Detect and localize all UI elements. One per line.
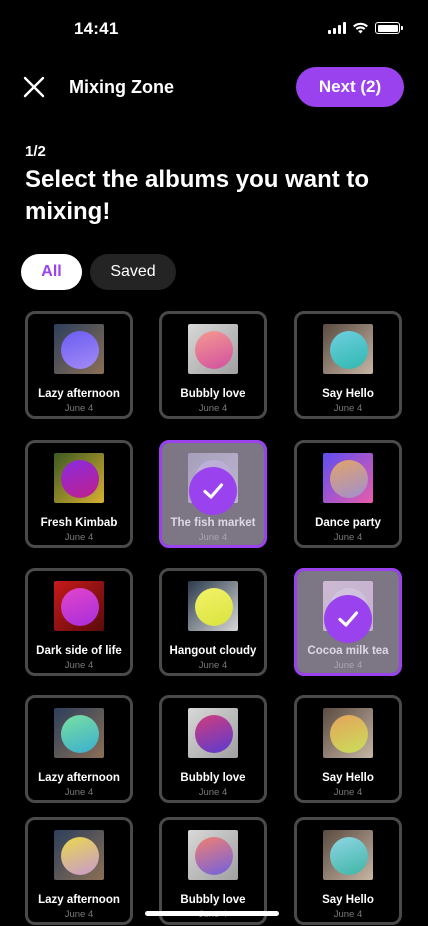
album-title: Bubbly love — [180, 894, 246, 906]
album-card[interactable]: Dance party June 4 — [294, 440, 402, 548]
album-card[interactable]: Fresh Kimbab June 4 — [25, 440, 133, 548]
gradient-orb — [61, 460, 99, 498]
album-card[interactable]: Dark side of life June 4 — [25, 568, 133, 676]
album-card[interactable]: Say Hello June 4 — [294, 817, 402, 925]
album-date: June 4 — [198, 787, 228, 798]
gradient-orb — [195, 588, 233, 626]
album-card[interactable]: Say Hello June 4 — [294, 311, 402, 419]
album-date: June 4 — [64, 787, 94, 798]
gradient-orb — [61, 715, 99, 753]
album-date: June 4 — [64, 909, 94, 920]
album-date: June 4 — [333, 532, 363, 543]
album-date: June 4 — [333, 909, 363, 920]
album-grid: Lazy afternoon June 4 Bubbly love June 4 Say… — [0, 0, 428, 926]
album-card[interactable]: Bubbly love June 4 — [159, 695, 267, 803]
gradient-orb — [195, 837, 233, 875]
gradient-orb — [61, 588, 99, 626]
album-cover-image — [323, 708, 373, 758]
album-cover-image — [54, 324, 104, 374]
gradient-orb — [61, 331, 99, 369]
album-date: June 4 — [64, 403, 94, 414]
gradient-orb — [195, 331, 233, 369]
album-date: June 4 — [64, 660, 94, 671]
album-date: June 4 — [198, 660, 228, 671]
album-title: Say Hello — [322, 894, 374, 906]
album-cover-image — [54, 581, 104, 631]
home-indicator — [145, 911, 279, 916]
album-card[interactable]: Lazy afternoon June 4 — [25, 311, 133, 419]
album-title: Dark side of life — [36, 645, 122, 657]
album-card[interactable]: Lazy afternoon June 4 — [25, 817, 133, 925]
album-cover-image — [188, 324, 238, 374]
album-cover-image — [188, 830, 238, 880]
album-cover-image — [188, 581, 238, 631]
album-date: June 4 — [333, 403, 363, 414]
album-cover-image — [323, 453, 373, 503]
album-title: Say Hello — [322, 388, 374, 400]
album-card[interactable]: The fish marketJune 4 — [159, 440, 267, 548]
album-title: Say Hello — [322, 772, 374, 784]
album-cover-image — [54, 453, 104, 503]
album-card[interactable]: Bubbly loveJune 4 — [159, 817, 267, 925]
checkmark-icon — [324, 595, 372, 643]
album-cover-image — [323, 324, 373, 374]
album-date: June 4 — [333, 787, 363, 798]
album-cover-image — [54, 830, 104, 880]
album-title: Fresh Kimbab — [40, 517, 118, 529]
album-card[interactable]: Bubbly love June 4 — [159, 311, 267, 419]
album-title: Bubbly love — [180, 388, 246, 400]
gradient-orb — [61, 837, 99, 875]
album-date: June 4 — [64, 532, 94, 543]
checkmark-icon — [189, 467, 237, 515]
gradient-orb — [330, 837, 368, 875]
gradient-orb — [330, 460, 368, 498]
album-title: Hangout cloudy — [169, 645, 257, 657]
gradient-orb — [330, 331, 368, 369]
album-title: Dance party — [315, 517, 381, 529]
album-title: Lazy afternoon — [38, 388, 120, 400]
gradient-orb — [195, 715, 233, 753]
album-cover-image — [54, 708, 104, 758]
album-title: Bubbly love — [180, 772, 246, 784]
album-title: Lazy afternoon — [38, 772, 120, 784]
album-card[interactable]: Hangout cloudy June 4 — [159, 568, 267, 676]
album-date: June 4 — [198, 403, 228, 414]
album-cover-image — [323, 830, 373, 880]
album-card[interactable]: Lazy afternoon June 4 — [25, 695, 133, 803]
gradient-orb — [330, 715, 368, 753]
album-title: Lazy afternoon — [38, 894, 120, 906]
album-card[interactable]: Cocoa milk teaJune 4 — [294, 568, 402, 676]
album-card[interactable]: Say Hello June 4 — [294, 695, 402, 803]
album-cover-image — [188, 708, 238, 758]
